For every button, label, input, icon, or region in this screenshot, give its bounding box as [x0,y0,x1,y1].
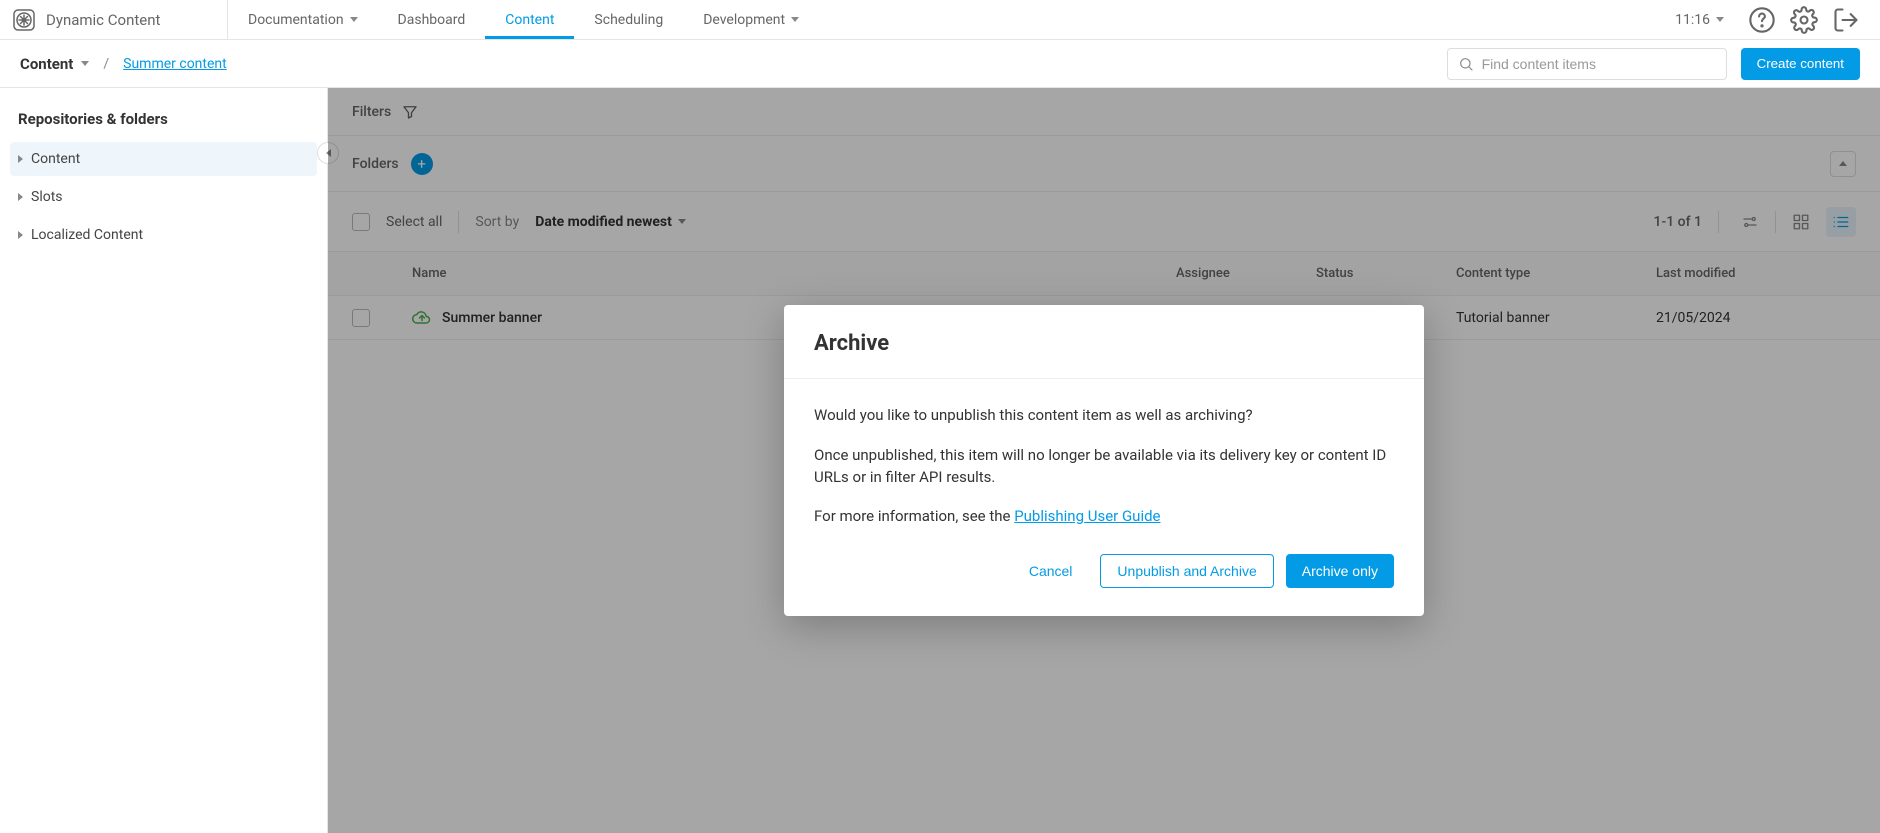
modal-scrim[interactable]: Archive Would you like to unpublish this… [328,88,1880,833]
breadcrumb-root[interactable]: Content [20,55,89,73]
unpublish-and-archive-button[interactable]: Unpublish and Archive [1100,554,1273,588]
help-button[interactable] [1748,6,1776,34]
brand: Dynamic Content [0,0,228,40]
chevron-down-icon [81,61,89,66]
cancel-button[interactable]: Cancel [1013,554,1089,588]
nav-label: Content [505,12,554,28]
nav-label: Documentation [248,12,344,28]
archive-only-button[interactable]: Archive only [1286,554,1394,588]
sidebar-tree: Content Slots Localized Content [0,142,327,252]
nav-right: 11:16 [1665,6,1880,34]
logout-button[interactable] [1832,6,1860,34]
modal-actions: Cancel Unpublish and Archive Archive onl… [784,536,1424,616]
modal-header: Archive [784,305,1424,379]
brand-logo-icon [12,8,36,32]
sidebar-title: Repositories & folders [0,102,327,142]
modal-title: Archive [814,331,1394,356]
nav-content[interactable]: Content [485,0,574,39]
chevron-down-icon [1716,17,1724,22]
sidebar-item-label: Localized Content [31,227,143,243]
breadcrumb-current[interactable]: Summer content [123,56,227,72]
sidebar-item-label: Content [31,151,80,167]
sidebar-item-localized-content[interactable]: Localized Content [10,218,317,252]
chevron-down-icon [791,17,799,22]
breadcrumb-separator: / [103,56,109,72]
modal-text-3: For more information, see the Publishing… [814,506,1394,528]
search-icon [1458,56,1474,72]
archive-modal: Archive Would you like to unpublish this… [784,305,1424,616]
nav-label: Scheduling [594,12,663,28]
sidebar: Repositories & folders Content Slots Loc… [0,88,328,833]
chevron-down-icon [350,17,358,22]
create-content-button[interactable]: Create content [1741,48,1860,80]
nav-development[interactable]: Development [683,0,819,39]
top-nav: Dynamic Content Documentation Dashboard … [0,0,1880,40]
clock[interactable]: 11:16 [1665,12,1734,28]
main: Repositories & folders Content Slots Loc… [0,88,1880,833]
content-area: Filters Folders + Select all Sort by Dat… [328,88,1880,833]
nav-items: Documentation Dashboard Content Scheduli… [228,0,819,39]
modal-text-3-prefix: For more information, see the [814,507,1014,525]
chevron-right-icon [18,231,23,239]
chevron-right-icon [18,193,23,201]
sidebar-item-label: Slots [31,189,63,205]
nav-dashboard[interactable]: Dashboard [378,0,486,39]
publishing-guide-link[interactable]: Publishing User Guide [1014,507,1160,525]
subheader: Content / Summer content Create content [0,40,1880,88]
search-box[interactable] [1447,48,1727,80]
nav-label: Development [703,12,785,28]
modal-body: Would you like to unpublish this content… [784,379,1424,536]
nav-scheduling[interactable]: Scheduling [574,0,683,39]
sidebar-item-content[interactable]: Content [10,142,317,176]
breadcrumb-root-label: Content [20,55,73,73]
search-input[interactable] [1482,56,1716,72]
nav-label: Dashboard [398,12,466,28]
modal-text-1: Would you like to unpublish this content… [814,405,1394,427]
settings-button[interactable] [1790,6,1818,34]
chevron-right-icon [18,155,23,163]
clock-time: 11:16 [1675,12,1710,28]
modal-text-2: Once unpublished, this item will no long… [814,445,1394,489]
sidebar-item-slots[interactable]: Slots [10,180,317,214]
nav-documentation[interactable]: Documentation [228,0,378,39]
brand-name: Dynamic Content [46,11,160,29]
